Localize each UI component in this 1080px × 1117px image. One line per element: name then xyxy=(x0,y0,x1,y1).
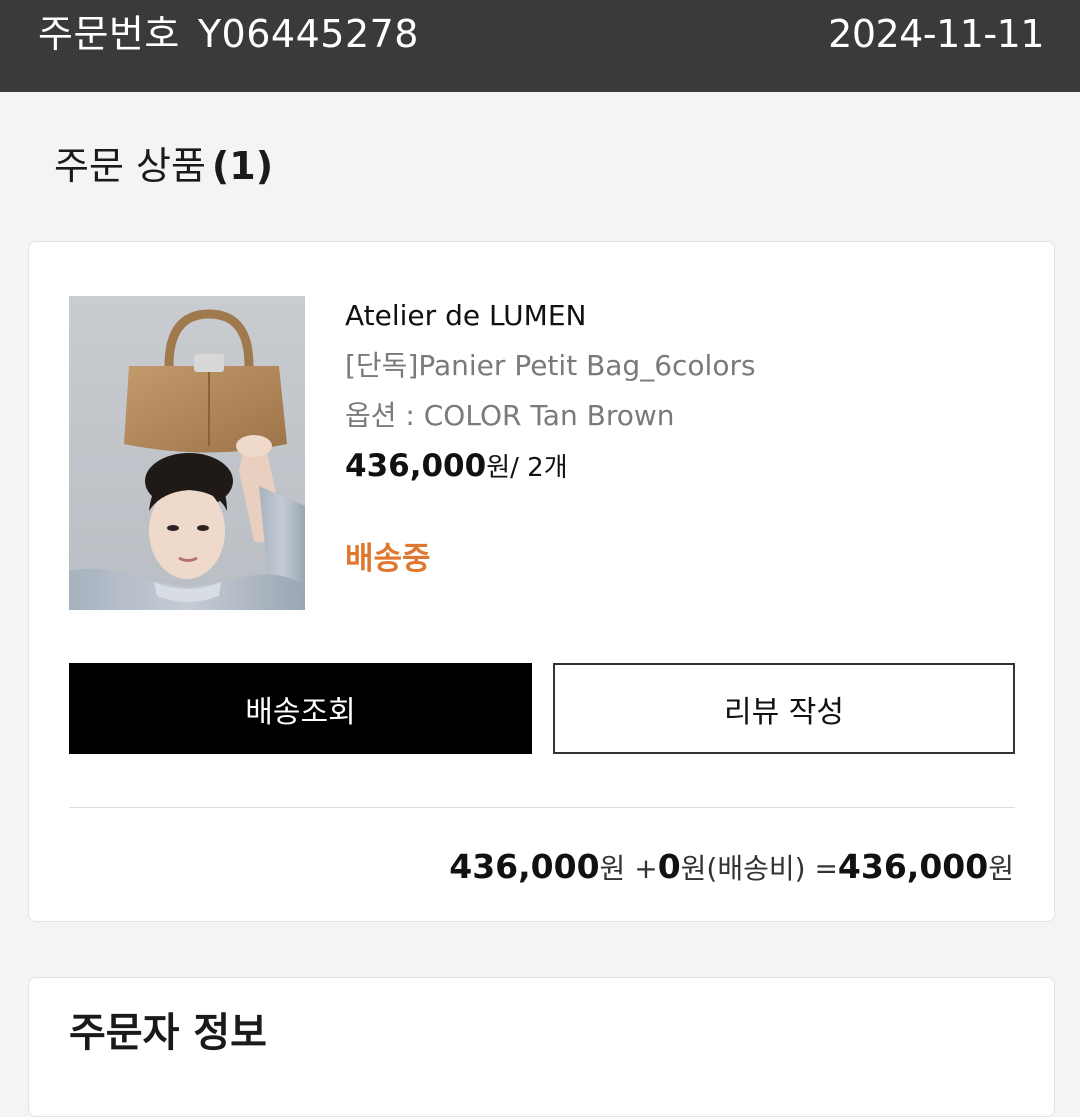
price-amount: 436,000 xyxy=(345,448,487,484)
equals-sign: = xyxy=(805,852,838,885)
items-amount: 436,000 xyxy=(449,847,600,886)
order-number: Y06445278 xyxy=(197,12,419,56)
product-name[interactable]: [단독]Panier Petit Bag_6colors xyxy=(345,346,1005,386)
plus-sign: + xyxy=(625,852,658,885)
items-unit: 원 xyxy=(599,852,626,885)
section-title-text: 주문 상품 xyxy=(54,144,206,188)
product-option: 옵션 : COLOR Tan Brown xyxy=(345,399,675,432)
shipping-amount: 0 xyxy=(657,847,681,886)
orderer-info-title: 주문자 정보 xyxy=(69,1010,267,1056)
item-count: (1) xyxy=(211,144,274,188)
product-info: Atelier de LUMEN [단독]Panier Petit Bag_6c… xyxy=(345,296,1005,579)
write-review-button[interactable]: 리뷰 작성 xyxy=(553,663,1015,754)
product-brand[interactable]: Atelier de LUMEN xyxy=(345,296,1005,336)
order-item-card: Atelier de LUMEN [단독]Panier Petit Bag_6c… xyxy=(28,241,1055,922)
order-label-text: 주문번호 xyxy=(38,12,180,56)
grand-total-amount: 436,000 xyxy=(837,847,989,886)
product-quantity: / 2개 xyxy=(510,453,568,483)
grand-total-unit: 원 xyxy=(988,852,1014,885)
ordered-items-title: 주문 상품 (1) xyxy=(54,142,273,190)
order-header: 주문번호 Y06445278 2024-11-11 xyxy=(0,0,1080,92)
shipping-unit: 원(배송비) xyxy=(680,852,806,885)
order-date: 2024-11-11 xyxy=(828,12,1044,56)
track-shipment-button[interactable]: 배송조회 xyxy=(69,663,532,754)
order-total: 436,000원 +0원(배송비) =436,000원 xyxy=(449,845,1014,895)
orderer-info-card: 주문자 정보 xyxy=(28,977,1055,1117)
order-number-label: 주문번호 Y06445278 xyxy=(38,10,419,58)
price-unit: 원 xyxy=(486,453,511,483)
product-image[interactable] xyxy=(69,296,305,610)
divider xyxy=(69,807,1015,808)
product-price: 436,000원/ 2개 xyxy=(345,446,1005,491)
shipping-status: 배송중 xyxy=(345,541,431,577)
